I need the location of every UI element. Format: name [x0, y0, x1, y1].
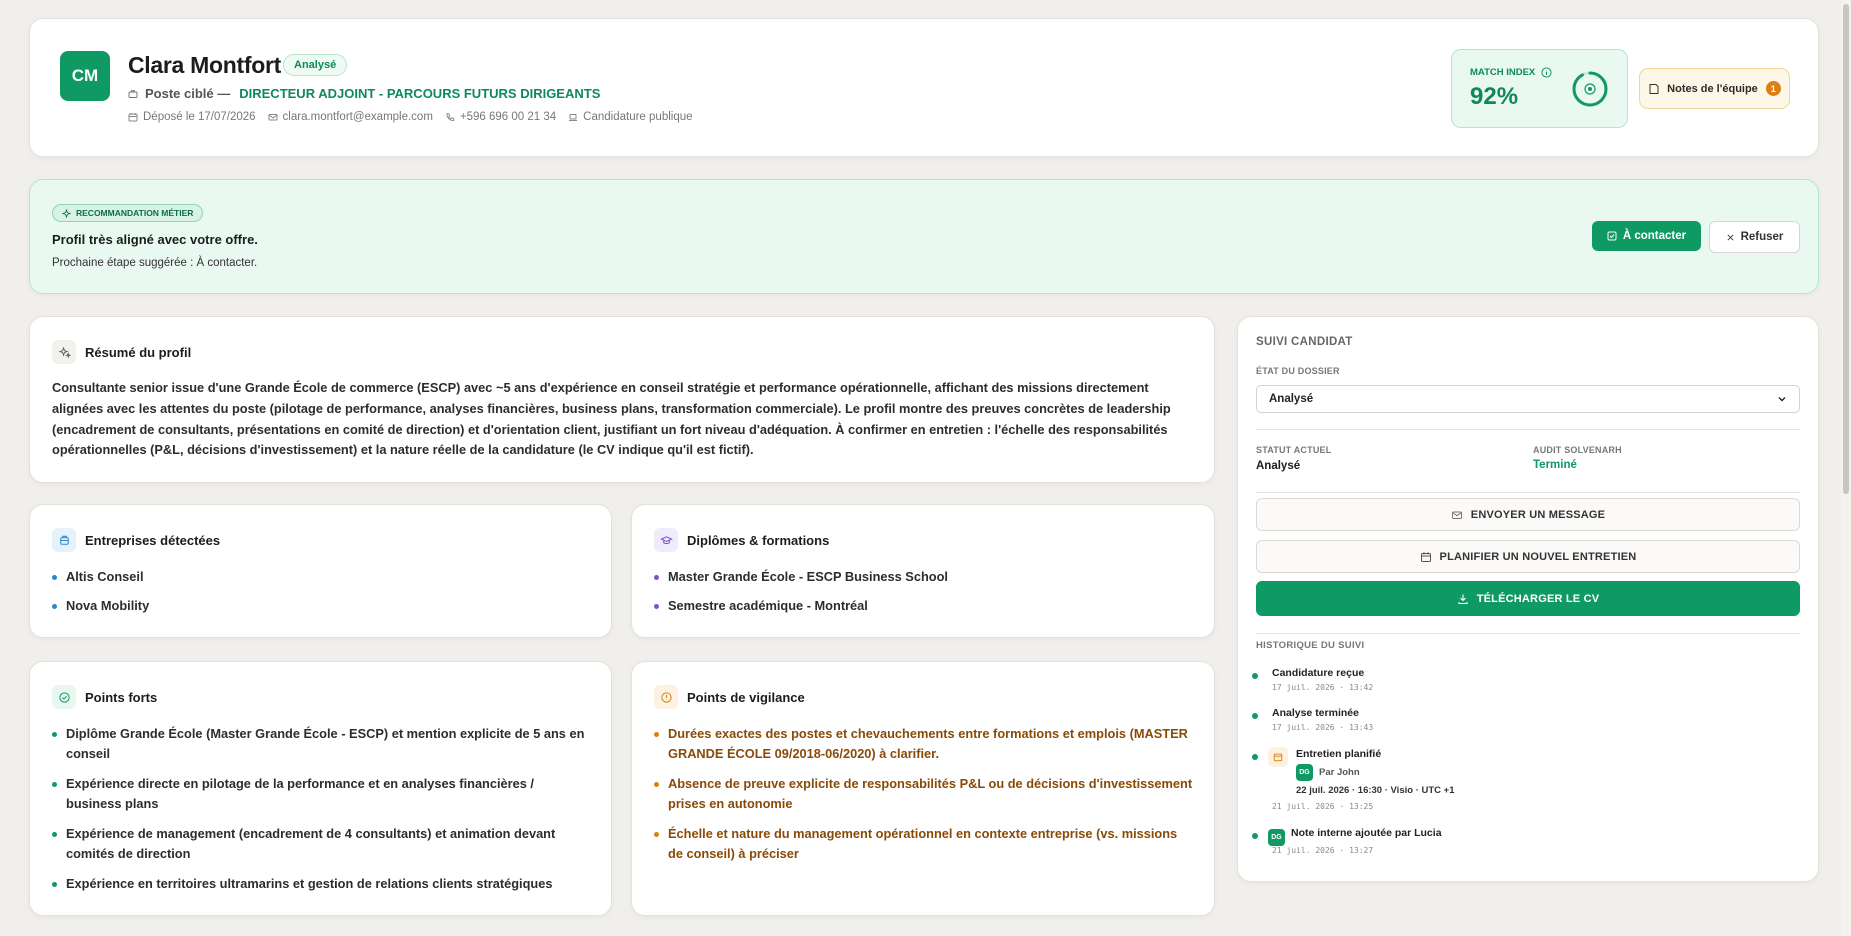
timeline-dot	[1252, 833, 1258, 839]
strengths-list: Diplôme Grande École (Master Grande Écol…	[52, 724, 592, 904]
panel-title: SUIVI CANDIDAT	[1256, 336, 1353, 348]
degrees-title: Diplômes & formations	[687, 532, 830, 548]
watch-points-card: Points de vigilance Durées exactes des p…	[631, 661, 1215, 916]
timeline-dot	[1252, 673, 1258, 679]
list-item: Expérience en territoires ultramarins et…	[52, 874, 592, 894]
match-gauge	[1572, 71, 1608, 107]
phone[interactable]: +596 696 00 21 34	[445, 111, 556, 123]
mail-icon	[1451, 511, 1462, 519]
state-label: ÉTAT DU DOSSIER	[1256, 366, 1340, 376]
avatar: CM	[60, 51, 110, 101]
strengths-card: Points forts Diplôme Grande École (Maste…	[29, 661, 612, 916]
list-item: Expérience de management (encadrement de…	[52, 824, 592, 864]
companies-card: Entreprises détectées Altis Conseil Nova…	[29, 504, 612, 638]
candidate-header: CM Clara Montfort Analysé Poste ciblé — …	[29, 18, 1819, 157]
phone-icon	[446, 112, 455, 121]
companies-title: Entreprises détectées	[85, 532, 221, 548]
building-icon	[52, 528, 76, 552]
check-circle-icon	[52, 685, 76, 709]
list-item: Expérience directe en pilotage de la per…	[52, 774, 592, 814]
source: Candidature publique	[568, 111, 693, 123]
list-item: Durées exactes des postes et chevaucheme…	[654, 724, 1194, 764]
history-title: HISTORIQUE DU SUIVI	[1256, 640, 1365, 651]
history-item: Entretien planifié DG Par John 22 juil. …	[1252, 747, 1752, 811]
mail-icon	[268, 114, 278, 121]
list-item: Absence de preuve explicite de responsab…	[654, 774, 1194, 814]
plan-interview-button[interactable]: PLANIFIER UN NOUVEL ENTRETIEN	[1256, 540, 1800, 573]
list-item: Semestre académique - Montréal	[654, 596, 948, 616]
team-notes-button[interactable]: Notes de l'équipe 1	[1639, 68, 1790, 109]
sparkle-icon	[62, 208, 71, 218]
download-cv-button[interactable]: TÉLÉCHARGER LE CV	[1256, 581, 1800, 616]
recommendation-title: Profil très aligné avec votre offre.	[52, 232, 258, 247]
companies-list: Altis Conseil Nova Mobility	[52, 567, 149, 625]
list-item: Nova Mobility	[52, 596, 149, 616]
summary-text: Consultante senior issue d'une Grande Éc…	[52, 380, 1171, 458]
watch-list: Durées exactes des postes et chevaucheme…	[654, 724, 1194, 874]
divider	[1256, 492, 1800, 493]
submitted-date: Déposé le 17/07/2026	[128, 111, 256, 123]
list-item: Échelle et nature du management opératio…	[654, 824, 1194, 864]
notes-count-badge: 1	[1765, 81, 1781, 96]
status-badge: Analysé	[283, 54, 348, 76]
audit-label: AUDIT SOLVENARH	[1533, 445, 1622, 455]
note-icon	[1649, 83, 1659, 94]
candidate-meta: Déposé le 17/07/2026 clara.montfort@exam…	[128, 111, 705, 123]
refuse-button[interactable]: Refuser	[1709, 221, 1800, 253]
target-value: DIRECTEUR ADJOINT - PARCOURS FUTURS DIRI…	[239, 86, 601, 101]
candidate-name: Clara Montfort	[128, 52, 281, 78]
timeline-dot	[1252, 713, 1258, 719]
avatar: DG	[1296, 764, 1313, 781]
target-label: Poste ciblé —	[145, 86, 231, 101]
candidate-tracking-panel: SUIVI CANDIDAT ÉTAT DU DOSSIER Analysé S…	[1237, 316, 1819, 882]
recommendation-banner: RECOMMANDATION MÉTIER Profil très aligné…	[29, 179, 1819, 294]
alert-circle-icon	[654, 685, 678, 709]
watch-title: Points de vigilance	[687, 689, 805, 705]
info-icon[interactable]	[1541, 67, 1552, 78]
contact-button[interactable]: À contacter	[1592, 221, 1701, 251]
scrollbar[interactable]	[1841, 0, 1851, 936]
recommendation-subtitle: Prochaine étape suggérée : À contacter.	[52, 257, 258, 269]
briefcase-icon	[128, 89, 138, 98]
history-author: DG Par John	[1296, 764, 1360, 781]
close-icon	[1727, 233, 1734, 241]
calendar-icon	[128, 113, 138, 122]
list-item: Master Grande École - ESCP Business Scho…	[654, 567, 948, 587]
notes-label: Notes de l'équipe	[1667, 82, 1758, 95]
check-square-icon	[1607, 231, 1617, 241]
file-state-select[interactable]: Analysé	[1256, 385, 1800, 413]
interview-detail: 22 juil. 2026 · 16:30 · Visio · UTC +1	[1296, 785, 1455, 796]
send-message-button[interactable]: ENVOYER UN MESSAGE	[1256, 498, 1800, 531]
degrees-list: Master Grande École - ESCP Business Scho…	[654, 567, 948, 625]
laptop-icon	[569, 114, 578, 121]
calendar-icon	[1268, 747, 1288, 767]
email[interactable]: clara.montfort@example.com	[268, 111, 433, 123]
divider	[1256, 429, 1800, 430]
match-label: MATCH INDEX	[1470, 67, 1536, 78]
download-icon	[1458, 594, 1468, 604]
strengths-title: Points forts	[85, 689, 158, 705]
status-label: STATUT ACTUEL	[1256, 445, 1332, 455]
degrees-card: Diplômes & formations Master Grande Écol…	[631, 504, 1215, 638]
scrollbar-thumb[interactable]	[1843, 4, 1849, 494]
graduation-cap-icon	[654, 528, 678, 552]
match-index: MATCH INDEX 92%	[1451, 49, 1628, 128]
recommendation-badge: RECOMMANDATION MÉTIER	[52, 204, 204, 222]
avatar: DG	[1268, 829, 1285, 846]
divider	[1256, 633, 1800, 634]
chevron-down-icon	[1778, 397, 1786, 402]
timeline-dot	[1252, 754, 1258, 760]
profile-summary-card: Résumé du profil Consultante senior issu…	[29, 316, 1215, 483]
target-position: Poste ciblé — DIRECTEUR ADJOINT - PARCOU…	[128, 86, 600, 101]
status-value: Analysé	[1256, 460, 1301, 472]
list-item: Altis Conseil	[52, 567, 149, 587]
sparkles-icon	[52, 340, 76, 364]
calendar-icon	[1420, 551, 1431, 562]
audit-value: Terminé	[1533, 459, 1577, 471]
list-item: Diplôme Grande École (Master Grande Écol…	[52, 724, 592, 764]
match-value: 92%	[1470, 83, 1519, 110]
summary-title: Résumé du profil	[85, 344, 192, 360]
